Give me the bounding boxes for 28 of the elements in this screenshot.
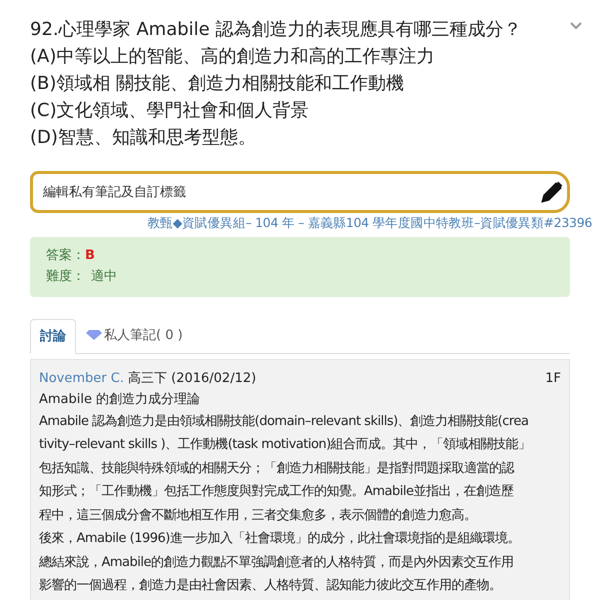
tab[interactable]: 私人筆記( 0 ) [76,318,193,353]
post-text-line: 後來，Amabile (1996)進一步加入「社會環境」的成分，此社會環境指的是組織環境。 [39,530,521,548]
post-text-line: 程中，這三個成分會不斷地相互作用，三者交集愈多，表示個體的創造力愈高。 [39,506,478,525]
answer-label: 答案： [46,246,85,265]
question-text: 92.心理學家 Amabile 認為創造力的表現應具有哪三種成分？ [30,18,522,42]
post-text-line: 知形式；「工作動機」包括工作態度與對完成工作的知覺。Amabile並指出，在創造歷 [39,483,514,502]
post-text-line: tivity–relevant skills )、工作動機(task motivation)組合而成。其中，「領域相關技能」 [39,436,532,454]
note-field[interactable]: 編輯私有筆記及自訂標籤 [30,171,570,213]
pencil-icon[interactable] [540,180,564,204]
answer-option: (C)文化領域、學門社會和個人背景 [30,97,570,124]
post-title: Amabile 的創造力成分理論 [39,390,202,409]
tab[interactable]: 討論 [30,318,76,354]
post-text-line: 總結來說，Amabile的創造力觀點不單強調創意者的人格特質，而是內外因素交互作用 [39,554,514,572]
difficulty-label: 難度： [46,268,85,286]
answer-option: (B)領域相 關技能、創造力相關技能和工作動機 [30,70,570,97]
post-text-line: 影響的一個過程，創造力是由社會因素、人格特質、認知能力彼此交互作用的產物。 [39,577,502,596]
chevron-down-icon[interactable] [570,22,582,30]
answer-option: (A)中等以上的智能、高的創造力和高的工作專注力 [30,43,570,70]
author-link[interactable]: November C. [39,368,124,389]
answer-option: (D)智慧、知識和思考型態。 [30,124,570,151]
post-text-line: Amabile 認為創造力是由領域相關技能(domain–relevant skills)、創造力相關技能(crea [39,412,530,431]
gem-icon [86,330,102,340]
floor-number: 1F [545,370,561,388]
source-link[interactable]: 教甄◆資賦優異組– 104 年 – 嘉義縣104 學年度國中特教班–資賦優異類#23396 [147,214,592,233]
post-meta: 高三下 (2016/02/12) [128,370,256,388]
difficulty-value: 適中 [91,268,117,286]
post-text-line: 包括知識、技能與特殊領域的相關天分；「創造力相關技能」是指對問題採取適當的認 [39,460,516,478]
answer-value: B [85,246,95,265]
